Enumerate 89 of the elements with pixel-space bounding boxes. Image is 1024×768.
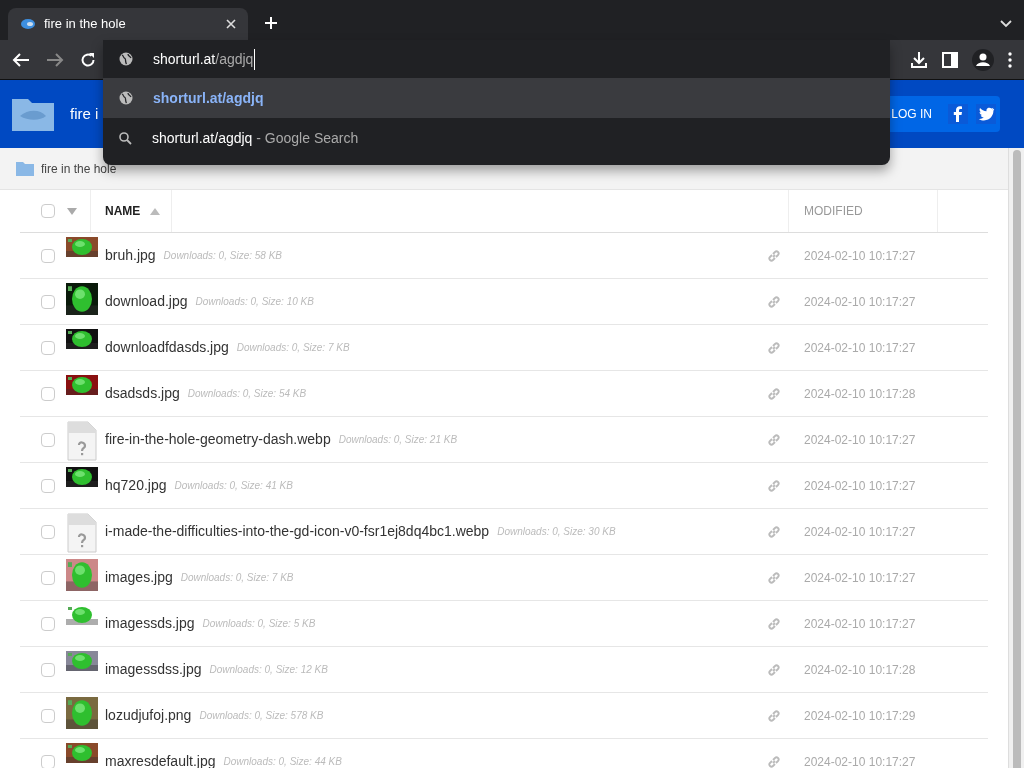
globe-icon — [119, 52, 133, 66]
sort-up-icon[interactable] — [150, 207, 161, 215]
file-info: Downloads: 0, Size: 7 KB — [180, 571, 294, 585]
file-name-link[interactable]: imagessdss.jpg — [105, 659, 202, 680]
file-name-link[interactable]: images.jpg — [105, 567, 173, 588]
new-tab-icon[interactable] — [264, 16, 278, 30]
bird-icon[interactable] — [976, 104, 996, 124]
file-info: Downloads: 0, Size: 12 KB — [209, 663, 328, 677]
modified-date: 2024-02-10 10:17:29 — [804, 707, 917, 725]
row-checkbox[interactable] — [41, 478, 55, 493]
side-panel-icon[interactable] — [942, 51, 958, 68]
file-info: Downloads: 0, Size: 21 KB — [338, 433, 458, 447]
address-field[interactable]: shorturl.at/agdjq — [153, 48, 256, 70]
row-checkbox[interactable] — [41, 570, 55, 585]
file-name-link[interactable]: bruh.jpg — [105, 245, 156, 266]
file-info: Downloads: 0, Size: 41 KB — [174, 479, 293, 493]
facebook-icon[interactable] — [948, 104, 968, 124]
folder-icon — [15, 160, 35, 177]
folder-title: fire i — [70, 103, 99, 124]
select-all-checkbox[interactable] — [41, 204, 55, 218]
search-icon — [119, 131, 132, 145]
link-icon[interactable] — [767, 478, 781, 493]
chevron-down-icon[interactable] — [1000, 20, 1012, 28]
row-checkbox[interactable] — [41, 616, 55, 631]
download-icon[interactable] — [910, 50, 928, 69]
login-link[interactable]: LOG IN — [891, 105, 932, 123]
file-name-link[interactable]: hq720.jpg — [105, 475, 167, 496]
file-info: Downloads: 0, Size: 10 KB — [195, 295, 314, 309]
file-info: Downloads: 0, Size: 7 KB — [236, 341, 350, 355]
forward-icon[interactable] — [46, 51, 64, 68]
modified-date: 2024-02-10 10:17:27 — [804, 339, 917, 357]
file-name-link[interactable]: imagessds.jpg — [105, 613, 195, 634]
file-info: Downloads: 0, Size: 578 KB — [199, 709, 324, 723]
file-name-link[interactable]: i-made-the-difficulties-into-the-gd-icon-v0-fsr1ej8dq4bc1.webp — [105, 521, 490, 542]
row-checkbox[interactable] — [41, 386, 55, 401]
row-checkbox[interactable] — [41, 248, 55, 263]
link-icon[interactable] — [767, 570, 781, 585]
file-info: Downloads: 0, Size: 58 KB — [163, 249, 282, 263]
file-name-link[interactable]: download.jpg — [105, 291, 188, 312]
reload-icon[interactable] — [80, 51, 96, 68]
favicon-icon — [20, 18, 36, 30]
file-info: Downloads: 0, Size: 30 KB — [497, 525, 616, 539]
link-icon[interactable] — [767, 524, 781, 539]
modified-date: 2024-02-10 10:17:27 — [804, 293, 917, 311]
row-checkbox[interactable] — [41, 294, 55, 309]
modified-date: 2024-02-10 10:17:27 — [804, 753, 917, 768]
breadcrumb-link[interactable]: fire in the hole — [41, 159, 117, 178]
modified-date: 2024-02-10 10:17:27 — [804, 247, 917, 265]
file-name-link[interactable]: dsadsds.jpg — [105, 383, 180, 404]
globe-icon — [119, 91, 133, 105]
profile-icon[interactable] — [972, 48, 994, 71]
file-info: Downloads: 0, Size: 5 KB — [202, 617, 316, 631]
modified-date: 2024-02-10 10:17:28 — [804, 661, 917, 679]
menu-icon[interactable] — [1008, 51, 1012, 68]
link-icon[interactable] — [767, 616, 781, 631]
suggestion-item[interactable]: shorturl.at/agdjq — [103, 78, 890, 118]
modified-date: 2024-02-10 10:17:28 — [804, 385, 917, 403]
row-checkbox[interactable] — [41, 708, 55, 723]
link-icon[interactable] — [767, 294, 781, 309]
link-icon[interactable] — [767, 248, 781, 263]
row-checkbox[interactable] — [41, 524, 55, 539]
link-icon[interactable] — [767, 708, 781, 723]
modified-date: 2024-02-10 10:17:27 — [804, 615, 917, 633]
row-checkbox[interactable] — [41, 662, 55, 677]
link-icon[interactable] — [767, 754, 781, 768]
back-icon[interactable] — [12, 51, 30, 68]
file-name-link[interactable]: lozudjufoj.png — [105, 705, 192, 726]
caret-down-icon[interactable] — [67, 207, 77, 215]
browser-tab[interactable]: fire in the hole — [8, 8, 248, 40]
close-icon[interactable] — [226, 19, 236, 29]
scrollbar-thumb[interactable] — [1012, 150, 1021, 768]
row-checkbox[interactable] — [41, 432, 55, 447]
link-icon[interactable] — [767, 386, 781, 401]
link-icon[interactable] — [767, 432, 781, 447]
column-header[interactable]: NAME — [105, 202, 141, 220]
modified-date: 2024-02-10 10:17:27 — [804, 431, 917, 449]
suggestion-item[interactable]: shorturl.at/agdjq - Google Search — [103, 118, 890, 158]
link-icon[interactable] — [767, 340, 781, 355]
file-info: Downloads: 0, Size: 44 KB — [223, 755, 342, 768]
link-icon[interactable] — [767, 662, 781, 677]
file-info: Downloads: 0, Size: 54 KB — [187, 387, 307, 401]
modified-date: 2024-02-10 10:17:27 — [804, 569, 917, 587]
file-name-link[interactable]: downloadfdasds.jpg — [105, 337, 229, 358]
row-checkbox[interactable] — [41, 340, 55, 355]
file-name-link[interactable]: fire-in-the-hole-geometry-dash.webp — [105, 429, 331, 450]
row-checkbox[interactable] — [41, 754, 55, 768]
modified-date: 2024-02-10 10:17:27 — [804, 477, 917, 495]
modified-date: 2024-02-10 10:17:27 — [804, 523, 917, 541]
file-name-link[interactable]: maxresdefault.jpg — [105, 751, 216, 768]
